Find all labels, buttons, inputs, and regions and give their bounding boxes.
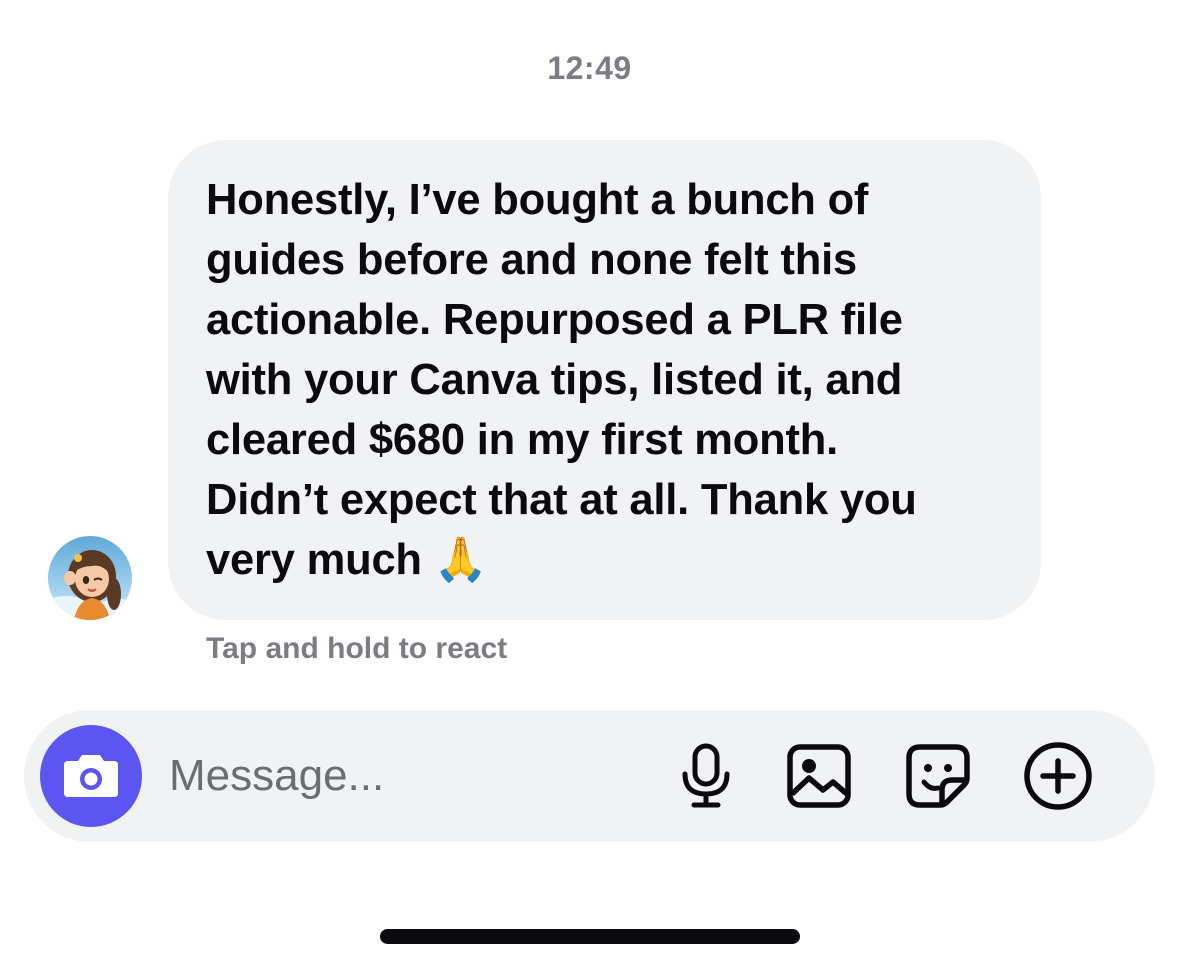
sticker-button[interactable] [902, 740, 974, 812]
sticker-icon [906, 744, 970, 808]
message-text: Honestly, I’ve bought a bunch of guides … [206, 176, 917, 584]
message-input[interactable] [169, 748, 589, 804]
image-icon [787, 744, 851, 808]
camera-icon [64, 755, 118, 797]
message-timestamp: 12:49 [547, 50, 632, 86]
react-hint: Tap and hold to react [206, 632, 508, 665]
message-composer [24, 710, 1155, 842]
plus-circle-icon [1024, 742, 1092, 810]
voice-message-button[interactable] [670, 740, 742, 812]
home-indicator[interactable] [380, 929, 800, 944]
gallery-button[interactable] [783, 740, 855, 812]
microphone-icon [682, 743, 730, 808]
sender-avatar[interactable] [48, 536, 132, 620]
more-options-button[interactable] [1022, 740, 1094, 812]
message-bubble[interactable]: Honestly, I’ve bought a bunch of guides … [168, 140, 1041, 620]
camera-button[interactable] [40, 725, 142, 827]
